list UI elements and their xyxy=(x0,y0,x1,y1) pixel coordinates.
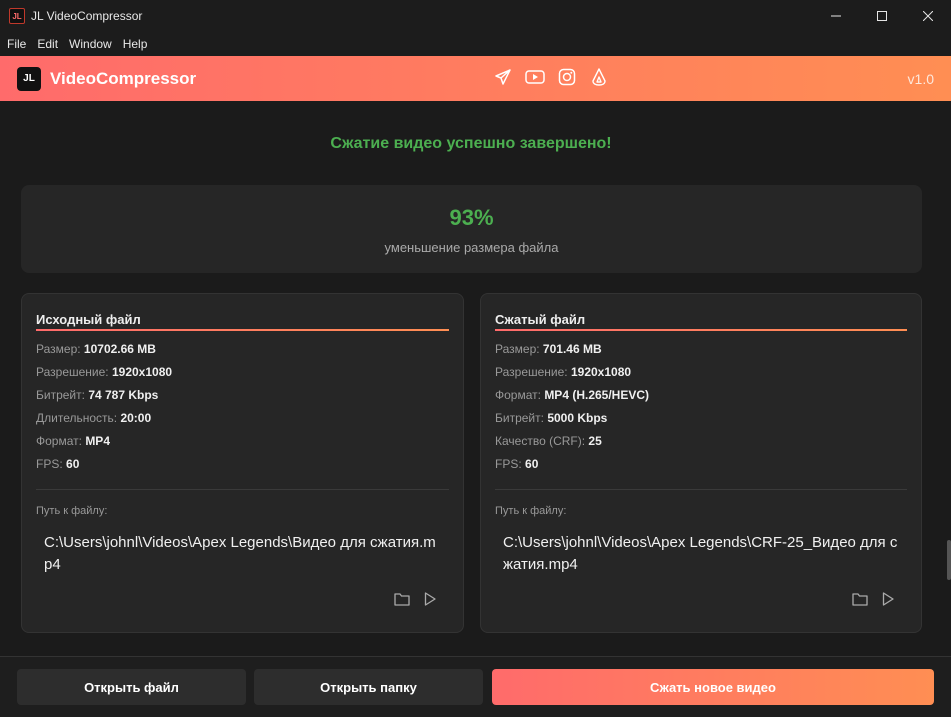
app-header: JL VideoCompressor v1.0 xyxy=(0,56,951,101)
compressed-fps-row: FPS: 60 xyxy=(495,457,539,471)
play-icon xyxy=(424,592,436,606)
compress-new-button[interactable]: Сжать новое видео xyxy=(492,669,934,705)
reduction-card: 93% уменьшение размера файла xyxy=(21,185,922,273)
compressed-actions xyxy=(841,590,897,608)
source-actions xyxy=(383,590,439,608)
version-label: v1.0 xyxy=(907,71,934,87)
source-size-row: Размер: 10702.66 MB xyxy=(36,342,156,356)
window-controls xyxy=(813,0,951,32)
compressed-info: Размер: 701.46 MB Разрешение: 1920x1080 … xyxy=(495,342,649,480)
telegram-icon xyxy=(495,69,511,85)
source-bitrate-row: Битрейт: 74 787 Kbps xyxy=(36,388,159,402)
boosty-icon xyxy=(592,68,606,86)
source-info: Размер: 10702.66 MB Разрешение: 1920x108… xyxy=(36,342,172,480)
source-play-button[interactable] xyxy=(421,590,439,608)
success-message: Сжатие видео успешно завершено! xyxy=(330,135,612,152)
reduction-label: уменьшение размера файла xyxy=(384,240,559,255)
instagram-icon xyxy=(558,68,576,86)
app-name: VideoCompressor xyxy=(50,68,197,88)
telegram-link[interactable] xyxy=(493,67,513,87)
youtube-icon xyxy=(525,70,545,84)
source-resolution-row: Разрешение: 1920x1080 xyxy=(36,365,173,379)
source-open-folder-button[interactable] xyxy=(393,590,411,608)
youtube-link[interactable] xyxy=(525,67,545,87)
folder-icon xyxy=(394,593,410,606)
source-card-title: Исходный файл xyxy=(36,312,141,327)
compressed-resolution-row: Разрешение: 1920x1080 xyxy=(495,365,632,379)
compressed-path: C:\Users\johnl\Videos\Apex Legends\CRF-2… xyxy=(503,534,898,573)
menu-bar: File Edit Window Help xyxy=(0,32,951,56)
source-card-rule xyxy=(36,329,449,331)
window-title: JL VideoCompressor xyxy=(31,9,143,23)
compressed-file-card: Сжатый файл Размер: 701.46 MB Разрешение… xyxy=(480,293,922,633)
compressed-card-rule xyxy=(495,329,907,331)
minimize-icon xyxy=(831,15,841,17)
compressed-crf-row: Качество (CRF): 25 xyxy=(495,434,602,448)
play-icon xyxy=(882,592,894,606)
compressed-divider xyxy=(495,489,907,490)
menu-file[interactable]: File xyxy=(7,37,26,51)
minimize-button[interactable] xyxy=(813,0,859,32)
menu-window[interactable]: Help xyxy=(123,37,148,51)
compressed-size-row: Размер: 701.46 MB xyxy=(495,342,602,356)
menu-view[interactable]: Window xyxy=(69,37,112,51)
footer-bar: Открыть файл Открыть папку Сжать новое в… xyxy=(0,656,951,717)
title-bar: JL JL VideoCompressor xyxy=(0,0,951,32)
open-file-button[interactable]: Открыть файл xyxy=(17,669,246,705)
source-path-label: Путь к файлу: xyxy=(36,505,108,517)
source-fps-row: FPS: 60 xyxy=(36,457,80,471)
compressed-format-row: Формат: MP4 (H.265/HEVC) xyxy=(495,388,650,402)
compressed-open-folder-button[interactable] xyxy=(851,590,869,608)
maximize-icon xyxy=(877,11,887,21)
source-duration-row: Длительность: 20:00 xyxy=(36,411,152,425)
scrollbar-thumb[interactable] xyxy=(947,540,951,580)
compressed-bitrate-row: Битрейт: 5000 Kbps xyxy=(495,411,608,425)
menu-edit[interactable]: Edit xyxy=(37,37,58,51)
reduction-value: 93% xyxy=(449,205,494,230)
main-content: Сжатие видео успешно завершено! 93% умен… xyxy=(0,101,951,656)
source-path: C:\Users\johnl\Videos\Apex Legends\Видео… xyxy=(44,534,436,573)
open-folder-button[interactable]: Открыть папку xyxy=(254,669,483,705)
instagram-link[interactable] xyxy=(557,67,577,87)
app-icon: JL xyxy=(9,8,25,24)
compressed-path-label: Путь к файлу: xyxy=(495,505,567,517)
social-links xyxy=(493,67,621,87)
close-icon xyxy=(923,11,933,21)
compressed-card-title: Сжатый файл xyxy=(495,312,586,327)
source-format-row: Формат: MP4 xyxy=(36,434,110,448)
maximize-button[interactable] xyxy=(859,0,905,32)
logo: JL xyxy=(17,66,41,91)
source-file-card: Исходный файл Размер: 10702.66 MB Разреш… xyxy=(21,293,464,633)
compressed-play-button[interactable] xyxy=(879,590,897,608)
source-divider xyxy=(36,489,449,490)
boosty-link[interactable] xyxy=(589,67,609,87)
close-button[interactable] xyxy=(905,0,951,32)
folder-icon xyxy=(852,593,868,606)
